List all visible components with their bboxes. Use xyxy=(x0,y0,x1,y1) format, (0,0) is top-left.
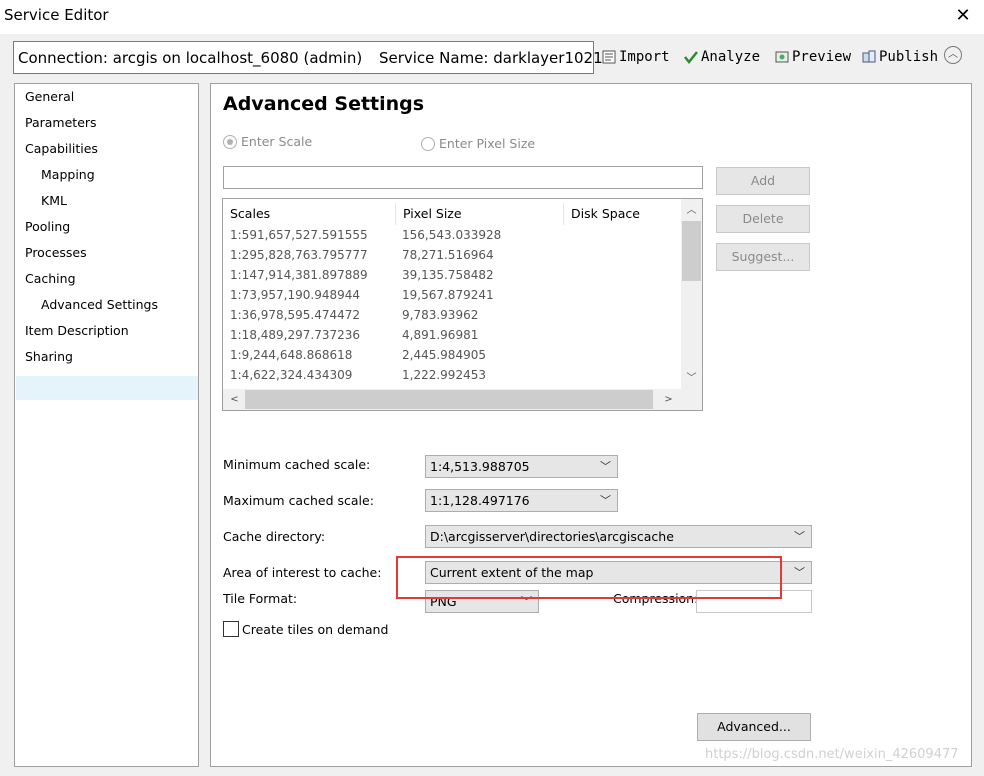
close-icon[interactable]: ✕ xyxy=(952,5,974,27)
scroll-up-icon[interactable]: ︿ xyxy=(682,201,701,220)
sidebar-item-sharing[interactable]: Sharing xyxy=(25,346,73,368)
column-header-disk-space[interactable]: Disk Space xyxy=(564,203,681,225)
page-title: Advanced Settings xyxy=(223,93,425,115)
table-row[interactable]: 1:591,657,527.591555 156,543.033928 xyxy=(223,225,683,245)
min-scale-label: Minimum cached scale: xyxy=(223,457,371,472)
cache-directory-label: Cache directory: xyxy=(223,529,326,544)
import-icon xyxy=(602,50,616,64)
table-row[interactable]: 1:4,622,324.434309 1,222.992453 xyxy=(223,365,683,385)
area-of-interest-label: Area of interest to cache: xyxy=(223,565,382,580)
scale-input[interactable] xyxy=(223,166,703,189)
max-scale-label: Maximum cached scale: xyxy=(223,493,374,508)
suggest-button[interactable]: Suggest... xyxy=(716,243,810,271)
max-scale-dropdown[interactable]: 1:1,128.497176 ﹀ xyxy=(425,489,618,512)
scale-cell: 1:36,978,595.474472 xyxy=(230,308,361,322)
pixel-size-cell: 78,271.516964 xyxy=(402,248,494,262)
scale-cell: 1:9,244,648.868618 xyxy=(230,348,353,362)
delete-button[interactable]: Delete xyxy=(716,205,810,233)
max-scale-value: 1:1,128.497176 xyxy=(430,493,530,508)
min-scale-dropdown[interactable]: 1:4,513.988705 ﹀ xyxy=(425,455,618,478)
pixel-size-cell: 2,445.984905 xyxy=(402,348,486,362)
sidebar-item-processes[interactable]: Processes xyxy=(25,242,87,264)
import-label: Import xyxy=(619,49,670,65)
scale-cell: 1:591,657,527.591555 xyxy=(230,228,368,242)
pixel-size-cell: 4,891.96981 xyxy=(402,328,479,342)
sidebar-item-parameters[interactable]: Parameters xyxy=(25,112,97,134)
create-tiles-on-demand-checkbox[interactable] xyxy=(223,621,239,637)
sidebar-item-kml[interactable]: KML xyxy=(41,190,67,212)
enter-scale-radio[interactable]: Enter Scale xyxy=(223,134,312,149)
pixel-size-cell: 1,222.992453 xyxy=(402,368,486,382)
column-header-scales[interactable]: Scales xyxy=(223,203,396,225)
enter-pixel-size-radio[interactable]: Enter Pixel Size xyxy=(421,136,535,151)
cache-directory-dropdown[interactable]: D:\arcgisserver\directories\arcgiscache … xyxy=(425,525,812,548)
collapse-icon[interactable]: ︿ xyxy=(944,46,962,64)
radio-checked-icon xyxy=(223,134,237,149)
table-row[interactable]: 1:73,957,190.948944 19,567.879241 xyxy=(223,285,683,305)
min-scale-value: 1:4,513.988705 xyxy=(430,459,530,474)
table-row[interactable]: 1:147,914,381.897889 39,135.758482 xyxy=(223,265,683,285)
chevron-down-icon: ﹀ xyxy=(794,530,805,543)
sidebar-selection xyxy=(16,376,198,400)
connection-label: Connection: arcgis on localhost_6080 (ad… xyxy=(18,49,363,67)
window-title: Service Editor xyxy=(4,6,109,24)
horizontal-scroll-thumb[interactable] xyxy=(245,390,653,409)
scale-cell: 1:18,489,297.737236 xyxy=(230,328,361,342)
table-row[interactable]: 1:18,489,297.737236 4,891.96981 xyxy=(223,325,683,345)
preview-label: Preview xyxy=(792,49,852,65)
publish-icon xyxy=(862,50,876,63)
advanced-button[interactable]: Advanced... xyxy=(697,713,811,741)
scale-cell: 1:4,622,324.434309 xyxy=(230,368,353,382)
tile-format-label: Tile Format: xyxy=(223,591,298,606)
column-header-pixel-size[interactable]: Pixel Size xyxy=(396,203,564,225)
sidebar-item-pooling[interactable]: Pooling xyxy=(25,216,70,238)
sidebar-item-capabilities[interactable]: Capabilities xyxy=(25,138,98,160)
table-row[interactable]: 1:295,828,763.795777 78,271.516964 xyxy=(223,245,683,265)
scroll-down-icon[interactable]: ﹀ xyxy=(682,369,701,388)
scale-cell: 1:295,828,763.795777 xyxy=(230,248,368,262)
sidebar-item-item-description[interactable]: Item Description xyxy=(25,320,129,342)
scale-cell: 1:147,914,381.897889 xyxy=(230,268,368,282)
vertical-scroll-thumb[interactable] xyxy=(682,221,701,281)
preview-button[interactable]: Preview xyxy=(774,47,851,67)
publish-label: Publish xyxy=(879,49,939,65)
radio-unchecked-icon xyxy=(421,136,435,151)
service-name-label: Service Name: darklayer1021 xyxy=(378,49,603,67)
scroll-right-icon[interactable]: > xyxy=(659,390,678,409)
publish-button[interactable]: Publish xyxy=(861,47,938,67)
scales-table[interactable]: Scales Pixel Size Disk Space 1:591,657,5… xyxy=(222,198,703,411)
analyze-button[interactable]: Analyze xyxy=(683,47,760,67)
cache-directory-value: D:\arcgisserver\directories\arcgiscache xyxy=(430,529,674,544)
table-row[interactable]: 1:36,978,595.474472 9,783.93962 xyxy=(223,305,683,325)
highlight-annotation xyxy=(396,556,782,599)
connection-info: Connection: arcgis on localhost_6080 (ad… xyxy=(13,41,603,74)
table-row[interactable]: 1:9,244,648.868618 2,445.984905 xyxy=(223,345,683,365)
check-icon xyxy=(684,51,698,65)
pixel-size-cell: 19,567.879241 xyxy=(402,288,494,302)
sidebar-item-mapping[interactable]: Mapping xyxy=(41,164,95,186)
watermark: https://blog.csdn.net/weixin_42609477 xyxy=(705,747,959,762)
chevron-down-icon: ﹀ xyxy=(600,460,611,473)
sidebar-item-general[interactable]: General xyxy=(25,86,74,108)
scale-cell: 1:73,957,190.948944 xyxy=(230,288,361,302)
preview-icon xyxy=(775,51,789,63)
create-tiles-on-demand-label: Create tiles on demand xyxy=(242,622,389,637)
import-button[interactable]: Import xyxy=(601,47,670,67)
sidebar-item-advanced-settings[interactable]: Advanced Settings xyxy=(41,294,158,316)
sidebar: General Parameters Capabilities Mapping … xyxy=(14,83,199,767)
pixel-size-cell: 156,543.033928 xyxy=(402,228,502,242)
chevron-down-icon: ﹀ xyxy=(794,566,805,579)
chevron-down-icon: ﹀ xyxy=(600,494,611,507)
title-bar xyxy=(0,0,984,34)
analyze-label: Analyze xyxy=(701,49,761,65)
add-button[interactable]: Add xyxy=(716,167,810,195)
sidebar-item-caching[interactable]: Caching xyxy=(25,268,76,290)
enter-scale-label: Enter Scale xyxy=(241,134,313,149)
scroll-left-icon[interactable]: < xyxy=(225,390,244,409)
pixel-size-cell: 39,135.758482 xyxy=(402,268,494,282)
pixel-size-cell: 9,783.93962 xyxy=(402,308,479,322)
enter-pixel-size-label: Enter Pixel Size xyxy=(439,136,536,151)
